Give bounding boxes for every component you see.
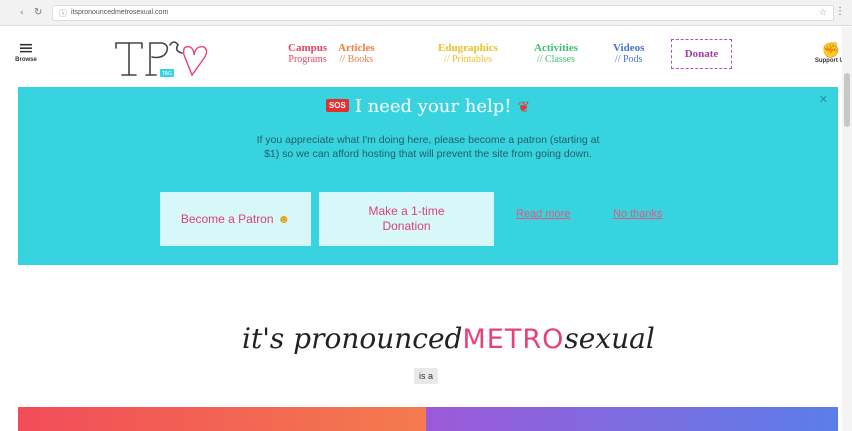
donate-button[interactable]: Donate <box>671 39 732 69</box>
browser-menu-icon[interactable]: ⋮ <box>835 6 845 17</box>
banner-message: If you appreciate what I'm doing here, p… <box>256 134 600 160</box>
info-icon[interactable]: ⓘ <box>59 8 67 19</box>
nav-title: Articles <box>338 42 375 54</box>
address-bar[interactable]: ⓘ itspronouncedmetrosexual.com ☆ <box>52 5 834 21</box>
nav-subtitle: Programs <box>288 54 327 65</box>
reload-icon[interactable]: ↻ <box>34 7 42 18</box>
page-scrollbar[interactable] <box>842 27 852 431</box>
is-a-label: is a <box>414 368 438 384</box>
nav-activities-classes[interactable]: Activities // Classes <box>534 42 578 65</box>
nav-edugraphics-printables[interactable]: Edugraphics // Printables <box>438 42 498 65</box>
patron-label: Become a Patron <box>180 211 274 226</box>
category-band-left[interactable] <box>18 407 426 431</box>
scrollbar-thumb[interactable] <box>844 73 850 127</box>
nav-videos-pods[interactable]: Videos // Pods <box>613 42 644 65</box>
tagline-post: sexual <box>564 322 655 355</box>
browse-button[interactable]: ≡ Browse <box>12 37 40 64</box>
nav-subtitle: // Books <box>339 54 374 65</box>
nav-campus-programs[interactable]: Campus Programs <box>288 42 327 65</box>
nav-title: Videos <box>613 42 645 54</box>
banner-title: SOS I need your help! ❦ <box>18 96 838 117</box>
browse-label: Browse <box>15 57 37 63</box>
banner-heading: I need your help! <box>354 96 512 117</box>
help-banner: ✕ SOS I need your help! ❦ If you appreciat… <box>18 87 838 265</box>
tagline-metro: METRO <box>462 324 565 355</box>
no-thanks-link[interactable]: No thanks <box>613 208 663 220</box>
nav-title: Activities <box>534 42 578 54</box>
hamburger-icon: ≡ <box>18 37 34 59</box>
donation-label: Make a 1-time Donation <box>368 204 445 233</box>
sos-badge: SOS <box>325 99 349 112</box>
tagline-pre: it's pronounced <box>242 322 463 355</box>
tagline-text: it's pronouncedMETROsexual <box>242 322 655 355</box>
nav-title: Campus <box>288 42 328 54</box>
browser-toolbar: ‹ ↻ ⓘ itspronouncedmetrosexual.com ☆ ⋮ <box>0 0 852 26</box>
nav-subtitle: // Printables <box>443 54 492 65</box>
site-logo[interactable]: TAG <box>112 35 212 81</box>
nav-subtitle: // Pods <box>614 54 643 65</box>
nav-subtitle: // Classes <box>536 54 576 65</box>
bookmark-star-icon[interactable]: ☆ <box>819 8 827 18</box>
category-bands <box>18 407 838 431</box>
nav-articles-books[interactable]: Articles // Books <box>338 42 375 65</box>
read-more-link[interactable]: Read more <box>516 208 570 220</box>
logo-badge: TAG <box>161 71 172 77</box>
url-text: itspronouncedmetrosexual.com <box>71 9 169 16</box>
hug-icon: ☻ <box>277 211 291 226</box>
site-tagline: it's pronouncedMETROsexual <box>230 312 655 372</box>
one-time-donation-button[interactable]: Make a 1-time Donation <box>319 192 494 246</box>
back-icon[interactable]: ‹ <box>20 8 24 18</box>
nav-title: Edugraphics <box>438 42 498 54</box>
mushroom-icon: ❦ <box>517 98 531 116</box>
become-patron-button[interactable]: Become a Patron ☻ <box>160 192 311 246</box>
site-header: ≡ Browse TAG Campus Programs Articles //… <box>0 27 852 87</box>
category-band-right[interactable] <box>426 407 838 431</box>
